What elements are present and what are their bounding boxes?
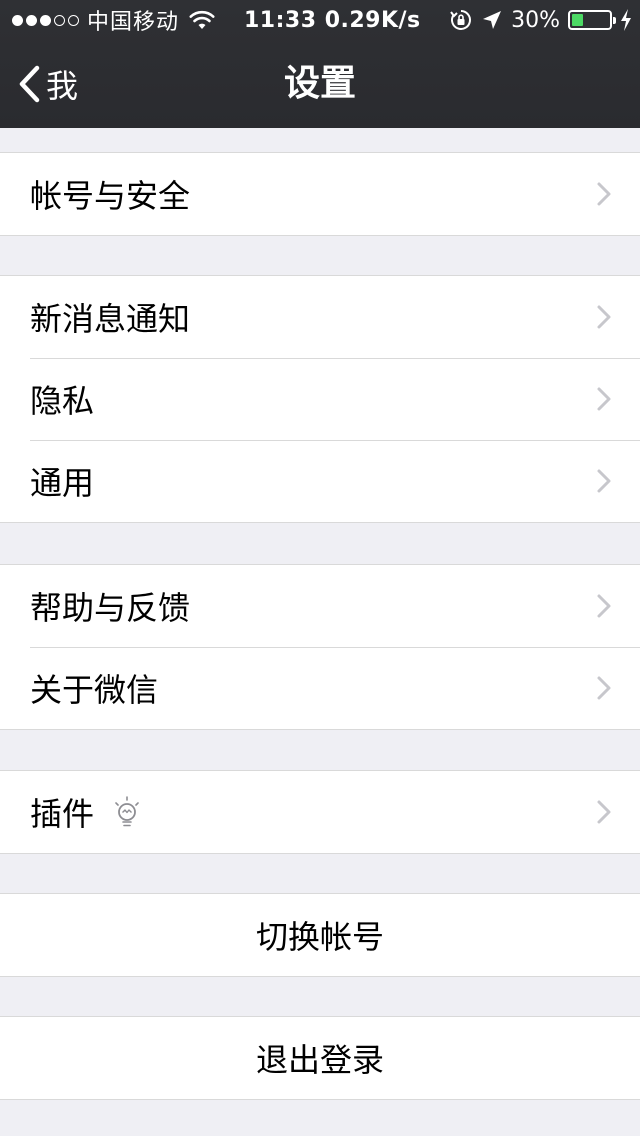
item-label: 通用 (30, 464, 95, 502)
general-item[interactable]: 通用 (0, 440, 640, 522)
battery-level-fill (572, 14, 583, 26)
status-left: 中国移动 (12, 6, 215, 35)
item-label: 关于微信 (30, 671, 159, 709)
chevron-right-icon (597, 800, 611, 824)
switch-account-label: 切换帐号 (255, 918, 384, 956)
help-feedback-item[interactable]: 帮助与反馈 (0, 565, 640, 647)
account-security-item[interactable]: 帐号与安全 (0, 153, 640, 235)
signal-dot (12, 14, 23, 26)
status-right: 30% (449, 6, 632, 34)
battery-icon (568, 10, 616, 30)
signal-dot (68, 14, 79, 26)
chevron-right-icon (597, 182, 611, 206)
switch-account-group: 切换帐号 (0, 893, 640, 977)
charging-bolt-icon (621, 9, 631, 31)
switch-account-button[interactable]: 切换帐号 (0, 894, 640, 976)
logout-group: 退出登录 (0, 1016, 640, 1100)
orientation-lock-icon (450, 10, 472, 30)
settings-group-account: 帐号与安全 (0, 152, 640, 236)
carrier-name: 中国移动 (87, 10, 180, 35)
item-label: 帮助与反馈 (30, 589, 191, 627)
page-title: 设置 (283, 63, 356, 104)
settings-group-plugins: 插件 (0, 770, 640, 854)
chevron-right-icon (597, 676, 611, 700)
chevron-right-icon (597, 594, 611, 618)
plugins-item[interactable]: 插件 (0, 771, 640, 853)
location-arrow-icon (483, 11, 502, 29)
time-and-speed: 11:33 0.29K/s (244, 7, 421, 33)
logout-button[interactable]: 退出登录 (0, 1017, 640, 1099)
top-bar: 中国移动 11:33 0.29K/s 30% 我 设置 (0, 0, 640, 128)
item-label: 新消息通知 (30, 300, 191, 338)
item-label: 帐号与安全 (30, 177, 191, 215)
item-label: 插件 (30, 795, 95, 833)
settings-group-help: 帮助与反馈 关于微信 (0, 564, 640, 730)
about-wechat-item[interactable]: 关于微信 (0, 647, 640, 729)
privacy-item[interactable]: 隐私 (0, 358, 640, 440)
status-bar: 中国移动 11:33 0.29K/s 30% (0, 0, 640, 40)
new-message-notification-item[interactable]: 新消息通知 (0, 276, 640, 358)
item-label: 隐私 (30, 382, 95, 420)
chevron-right-icon (597, 469, 611, 493)
logout-label: 退出登录 (255, 1041, 384, 1079)
chevron-right-icon (597, 305, 611, 329)
signal-strength-icon (12, 14, 79, 26)
navigation-bar: 我 设置 (0, 40, 640, 128)
settings-group-preferences: 新消息通知 隐私 通用 (0, 275, 640, 523)
wifi-icon (189, 10, 215, 29)
signal-dot (26, 14, 37, 26)
battery-percent: 30% (511, 7, 560, 33)
signal-dot (40, 14, 51, 26)
battery-cap (613, 17, 616, 24)
lightbulb-icon (115, 796, 139, 827)
chevron-right-icon (597, 387, 611, 411)
signal-dot (54, 14, 65, 26)
